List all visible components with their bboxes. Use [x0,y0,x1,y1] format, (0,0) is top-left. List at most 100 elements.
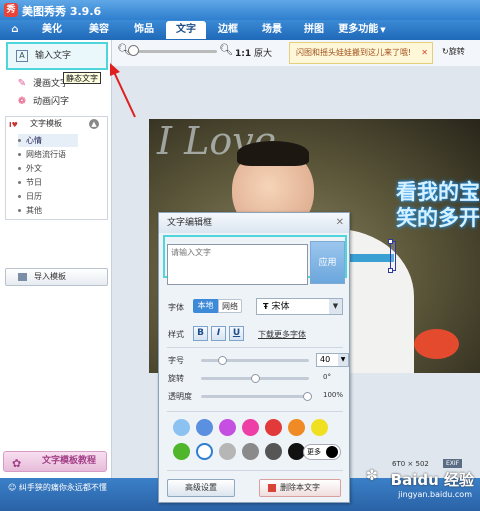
size-slider-knob[interactable] [218,356,227,365]
divider [167,347,343,348]
color-swatch[interactable] [173,419,190,436]
apply-button[interactable]: 应用 [310,241,345,284]
color-swatch[interactable] [311,419,328,436]
rotate-slider-knob[interactable] [251,374,260,383]
tab-web-fonts[interactable]: 网络 [218,299,242,313]
tab-text[interactable]: 文字 [166,21,206,39]
selection-box[interactable] [390,241,396,271]
opacity-value: 100% [323,391,344,399]
template-item-calendar[interactable]: 日历 [18,190,106,203]
bold-button[interactable]: B [193,326,208,341]
tab-local-fonts[interactable]: 本地 [193,299,218,313]
size-select[interactable]: 40 ▼ [316,353,349,367]
title-bar: 秀 美图秀秀 3.9.6 [0,0,480,20]
download-fonts-link[interactable]: 下载更多字体 [258,329,306,340]
bullet-icon [18,209,21,212]
notice-text: 闪图和摇头娃娃搬到这儿来了哦! [296,48,412,57]
watermark-brand: Baidu 经验 [390,471,474,489]
import-template-button[interactable]: 导入模板 [5,268,108,286]
collapse-icon[interactable]: ▲ [89,119,99,129]
template-item-label: 节日 [26,178,42,187]
template-header[interactable]: I♥ 文字模板 ▲ [6,117,107,131]
window-title: 美图秀秀 3.9.6 [22,5,102,18]
color-swatch[interactable] [219,443,236,460]
template-item-label: 日历 [26,192,42,201]
color-swatch[interactable] [196,419,213,436]
zoom-in-icon[interactable]: 🔍︎ [219,43,233,56]
template-item-other[interactable]: 其他 [18,204,106,217]
trash-icon [268,484,276,492]
bullet-icon [18,167,21,170]
dialog-title-bar[interactable]: 文字编辑框 ✕ [159,213,349,233]
color-swatch[interactable] [265,443,282,460]
rotate-value: 0° [323,373,331,381]
opacity-slider-knob[interactable] [303,392,312,401]
tab-collage[interactable]: 拼图 [294,21,334,39]
app-window: 秀 美图秀秀 3.9.6 ⌂ 美化 美容 饰品 文字 边框 场景 拼图 更多功能… [0,0,480,511]
import-icon [18,273,27,281]
font-select[interactable]: Ŧ 宋体 ▼ [256,298,343,315]
rotate-label: 旋转 [168,374,184,383]
color-swatch[interactable] [173,443,190,460]
underline-button[interactable]: U [229,326,244,341]
photo-overlay-text[interactable]: 看我的宝 笑的多开 [396,179,480,231]
delete-text-button[interactable]: 删除本文字 [259,479,341,497]
template-item-mood[interactable]: 心情 [18,134,78,147]
tooltip: 静态文字 [63,72,101,84]
tab-frame[interactable]: 边框 [208,21,248,39]
sidebar-item-label: 动画闪字 [33,97,70,107]
tab-scene[interactable]: 场景 [252,21,292,39]
speech-bubble-icon: ✎ [17,78,27,89]
more-colors-label: 更多 [307,448,321,456]
truetype-icon: Ŧ [263,302,269,311]
color-swatch[interactable] [242,443,259,460]
home-icon[interactable]: ⌂ [4,21,26,39]
photo-baby-hair [237,141,309,166]
delete-label: 删除本文字 [280,483,320,492]
zoom-slider-knob[interactable] [128,45,139,56]
color-swatch[interactable] [219,419,236,436]
rotate-icon: ↻ [442,47,449,56]
text-a-icon: A [16,50,28,62]
template-item-label: 外文 [26,164,42,173]
font-label: 字体 [168,303,184,312]
opacity-slider[interactable] [201,395,309,398]
overlay-line-2: 笑的多开 [396,206,480,230]
color-swatch[interactable] [242,419,259,436]
color-swatch[interactable] [288,419,305,436]
resize-handle[interactable] [388,268,393,273]
chevron-down-icon: ▼ [329,299,342,314]
resize-handle[interactable] [388,239,393,244]
love-icon: I♥ [9,121,18,129]
template-item-label: 网络流行语 [26,150,66,159]
actual-size-button[interactable]: 1:1 原大 [235,46,272,59]
zoom-slider[interactable] [132,50,217,53]
watermark: ✽ Baidu 经验 jingyan.baidu.com [366,466,478,508]
tab-beautify[interactable]: 美化 [30,21,74,39]
italic-button[interactable]: I [211,326,226,341]
text-input[interactable] [167,244,308,285]
tab-more[interactable]: 更多功能 ▼ [332,21,392,39]
tab-beauty[interactable]: 美容 [78,21,120,39]
template-item-foreign[interactable]: 外文 [18,162,106,175]
sidebar-item-animated-text[interactable]: ❁ 动画闪字 [0,92,112,112]
template-tutorial-button[interactable]: ✿ 文字模板教程 [3,451,107,472]
opacity-label: 透明度 [168,392,192,401]
rotate-button[interactable]: ↻旋转 [442,46,465,57]
close-icon[interactable]: ✕ [336,213,344,233]
color-swatch[interactable] [265,419,282,436]
tab-accessories[interactable]: 饰品 [124,21,164,39]
zoom-ratio-label: 原大 [254,49,273,59]
template-item-slang[interactable]: 网络流行语 [18,148,106,161]
sidebar-item-input-text[interactable]: A 输入文字 [6,42,108,70]
sparkle-icon: ❁ [17,96,27,107]
more-colors-button[interactable]: 更多 [303,444,341,460]
baidu-paw-icon: ✽ [366,468,378,484]
close-icon[interactable]: ✕ [421,43,428,63]
color-swatch[interactable] [196,443,213,460]
divider [167,470,343,471]
menu-bar: ⌂ 美化 美容 饰品 文字 边框 场景 拼图 更多功能 ▼ [0,20,480,40]
advanced-settings-button[interactable]: 高级设置 [167,479,235,497]
template-item-holiday[interactable]: 节日 [18,176,106,189]
template-item-label: 心情 [26,136,42,145]
